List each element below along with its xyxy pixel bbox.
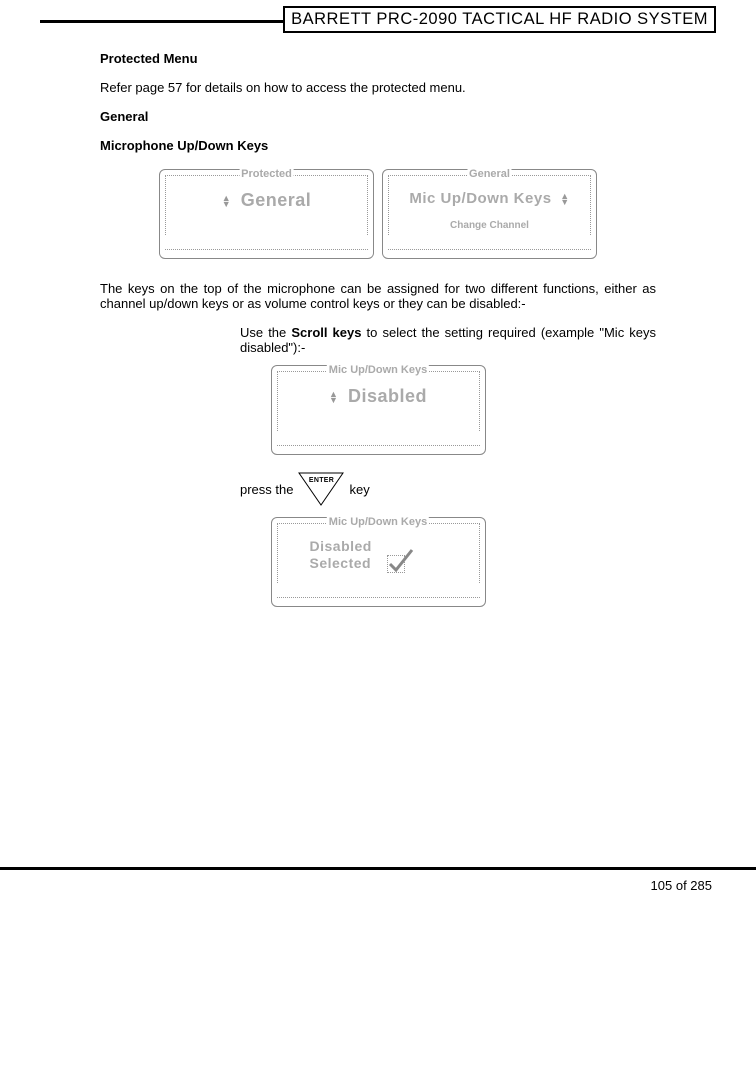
heading-general: General xyxy=(100,109,656,124)
arrow-up-down-icon: ▲▼ xyxy=(560,193,569,206)
lcd-main-value: Disabled xyxy=(348,386,427,406)
enter-key-label: ENTER xyxy=(309,477,334,484)
lcd-legend: Mic Up/Down Keys xyxy=(327,364,429,376)
lcd-screen-selected: Mic Up/Down Keys Disabled Selected xyxy=(271,517,486,607)
lcd-line2: Selected xyxy=(310,555,372,571)
header-title: BARRETT PRC-2090 TACTICAL HF RADIO SYSTE… xyxy=(283,6,716,33)
press-enter-row: press the ENTER key xyxy=(240,471,656,507)
lcd-main-text: ▲▼ Disabled xyxy=(278,386,479,407)
lcd-main-text: Mic Up/Down Keys ▲▼ xyxy=(389,190,590,207)
screen-selected-wrapper: Mic Up/Down Keys Disabled Selected xyxy=(100,517,656,607)
text-bold: Scroll keys xyxy=(291,325,361,340)
lcd-main-value: General xyxy=(241,190,312,210)
heading-protected-menu: Protected Menu xyxy=(100,51,656,66)
lcd-screen-general: General Mic Up/Down Keys ▲▼ Change Chann… xyxy=(382,169,597,259)
page-header: BARRETT PRC-2090 TACTICAL HF RADIO SYSTE… xyxy=(40,20,716,23)
text-fragment: press the xyxy=(240,482,293,497)
arrow-up-down-icon: ▲▼ xyxy=(329,391,338,404)
text-fragment: Use the xyxy=(240,325,291,340)
lcd-line1: Disabled xyxy=(310,538,372,554)
lcd-main-text: ▲▼ General xyxy=(166,190,367,211)
heading-mic-updown: Microphone Up/Down Keys xyxy=(100,138,656,153)
lcd-screen-protected: Protected ▲▼ General xyxy=(159,169,374,259)
screen-disabled-wrapper: Mic Up/Down Keys ▲▼ Disabled xyxy=(100,365,656,455)
page-number: 105 of 285 xyxy=(40,870,716,893)
enter-key-icon: ENTER xyxy=(297,471,345,507)
paragraph-scroll-keys: Use the Scroll keys to select the settin… xyxy=(240,325,656,355)
arrow-up-down-icon: ▲▼ xyxy=(222,195,231,208)
lcd-sub-text: Change Channel xyxy=(389,220,590,231)
screens-row-top: Protected ▲▼ General General Mic Up/Down… xyxy=(100,169,656,259)
lcd-legend: General xyxy=(467,168,512,180)
lcd-legend: Protected xyxy=(239,168,294,180)
page-content: Protected Menu Refer page 57 for details… xyxy=(40,51,716,607)
lcd-screen-disabled: Mic Up/Down Keys ▲▼ Disabled xyxy=(271,365,486,455)
checkmark-icon xyxy=(387,555,405,573)
text-fragment: key xyxy=(349,482,369,497)
lcd-legend: Mic Up/Down Keys xyxy=(327,516,429,528)
lcd-main-text: Disabled Selected xyxy=(278,538,479,573)
paragraph-assign: The keys on the top of the microphone ca… xyxy=(100,281,656,311)
paragraph-ref: Refer page 57 for details on how to acce… xyxy=(100,80,656,95)
page-footer: 105 of 285 xyxy=(40,867,716,893)
lcd-main-value: Mic Up/Down Keys xyxy=(409,190,551,207)
